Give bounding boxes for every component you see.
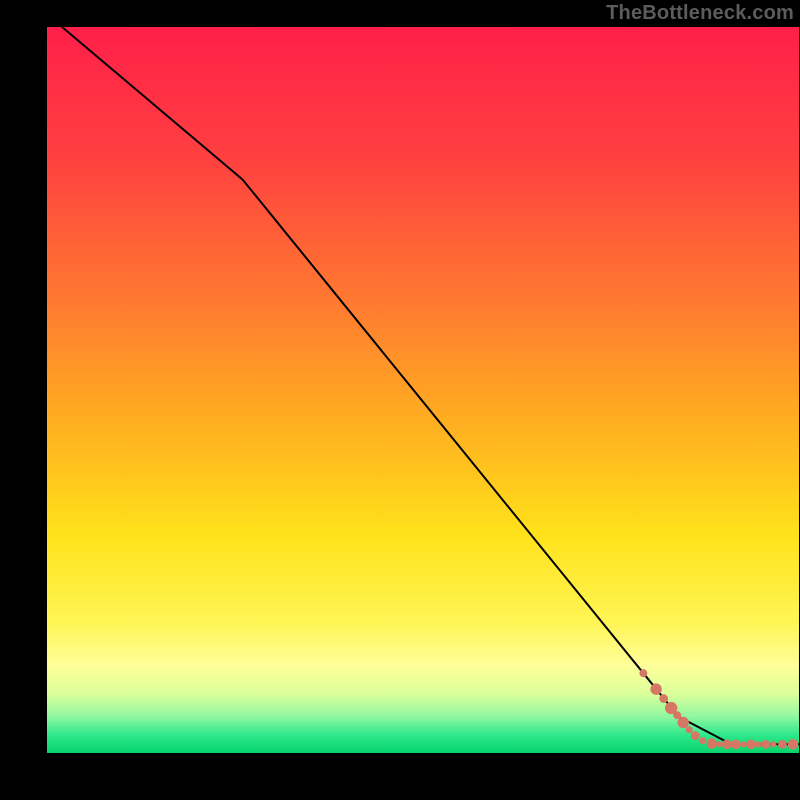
chart-svg [47, 27, 799, 753]
data-point [722, 739, 732, 749]
data-point [740, 741, 746, 747]
data-point [788, 739, 799, 750]
data-point [677, 717, 688, 728]
chart-frame: TheBottleneck.com [0, 0, 800, 800]
data-point [716, 741, 722, 747]
watermark-text: TheBottleneck.com [606, 2, 794, 25]
data-point [659, 694, 668, 703]
data-point [691, 731, 700, 740]
data-point [762, 740, 771, 749]
data-point [639, 669, 647, 677]
data-point [686, 726, 693, 733]
data-point [706, 738, 717, 749]
data-point [746, 739, 756, 749]
data-point [650, 683, 661, 694]
data-point [699, 737, 706, 744]
data-point [770, 741, 776, 747]
data-point [778, 740, 787, 749]
data-point [755, 741, 761, 747]
data-point [731, 739, 741, 749]
gradient-background [47, 27, 799, 753]
chart-plot-area [47, 27, 799, 753]
